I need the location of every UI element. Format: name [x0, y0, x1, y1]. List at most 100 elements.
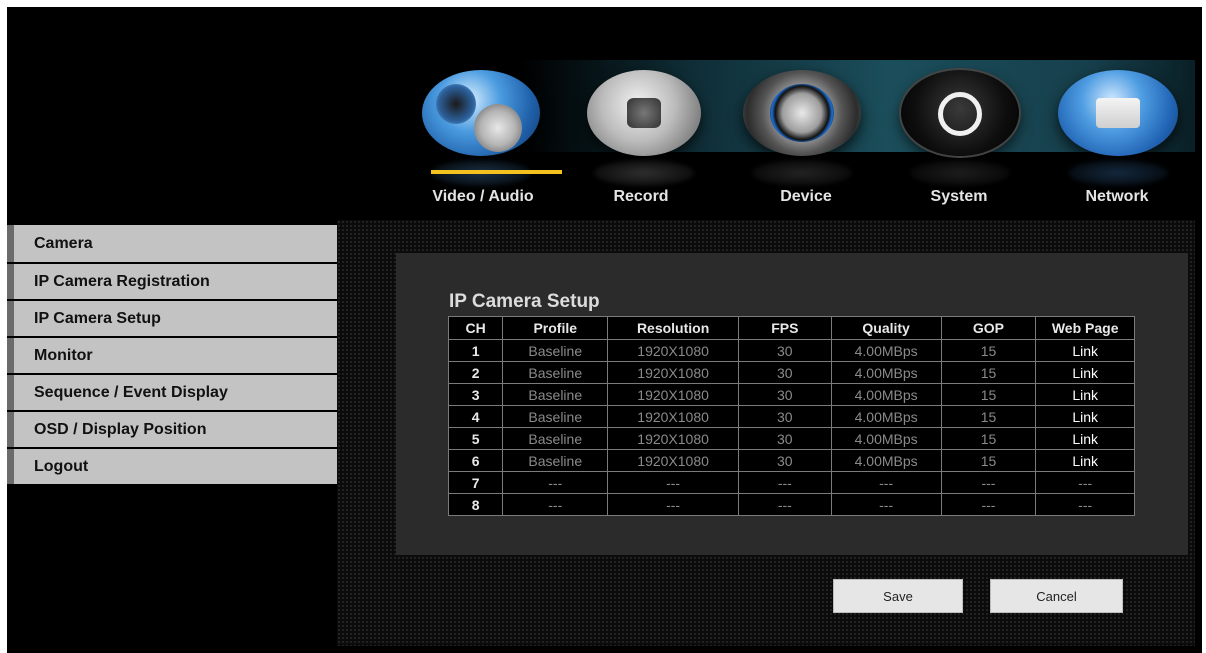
sidebar-item-sequence-event-display[interactable]: Sequence / Event Display: [7, 375, 337, 410]
video-audio-icon: [422, 70, 540, 156]
nav-label-system[interactable]: System: [889, 188, 1029, 206]
cell-resolution[interactable]: ---: [607, 471, 739, 494]
cell-quality[interactable]: 4.00MBps: [830, 339, 942, 362]
sidebar-item-ip-camera-registration[interactable]: IP Camera Registration: [7, 264, 337, 299]
cell-fps[interactable]: 30: [738, 361, 832, 384]
cell-quality[interactable]: 4.00MBps: [830, 383, 942, 406]
cancel-button[interactable]: Cancel: [990, 579, 1123, 613]
web-page-link[interactable]: Link: [1035, 339, 1135, 362]
cell-quality[interactable]: 4.00MBps: [830, 449, 942, 472]
cell-gop[interactable]: 15: [940, 383, 1037, 406]
cell-web-page: ---: [1035, 493, 1135, 516]
cell-profile[interactable]: ---: [502, 493, 609, 516]
nav-label-network[interactable]: Network: [1047, 188, 1187, 206]
nav-item-network[interactable]: [1053, 70, 1183, 186]
cell-resolution[interactable]: ---: [607, 493, 739, 516]
cell-fps[interactable]: 30: [738, 383, 832, 406]
sidebar-item-logout[interactable]: Logout: [7, 449, 337, 484]
table-row[interactable]: 6 Baseline 1920X1080 30 4.00MBps 15 Link: [447, 449, 1135, 472]
table-row[interactable]: 2 Baseline 1920X1080 30 4.00MBps 15 Link: [447, 361, 1135, 384]
cell-ch: 4: [447, 405, 504, 428]
cell-gop[interactable]: 15: [940, 427, 1037, 450]
cell-ch: 5: [447, 427, 504, 450]
cell-resolution[interactable]: 1920X1080: [607, 383, 739, 406]
sidebar-item-monitor[interactable]: Monitor: [7, 338, 337, 373]
cell-fps[interactable]: 30: [738, 405, 832, 428]
cell-quality[interactable]: 4.00MBps: [830, 361, 942, 384]
table-row[interactable]: 1 Baseline 1920X1080 30 4.00MBps 15 Link: [447, 339, 1135, 362]
column-header-profile: Profile: [502, 316, 609, 340]
nav-active-indicator: [431, 170, 562, 174]
cell-ch: 6: [447, 449, 504, 472]
table-row[interactable]: 4 Baseline 1920X1080 30 4.00MBps 15 Link: [447, 405, 1135, 428]
cell-profile[interactable]: Baseline: [502, 339, 609, 362]
cell-quality[interactable]: ---: [830, 493, 942, 516]
table-header-row: CH Profile Resolution FPS Quality GOP We…: [447, 316, 1135, 340]
cell-profile[interactable]: Baseline: [502, 449, 609, 472]
cell-gop[interactable]: ---: [940, 471, 1037, 494]
column-header-gop: GOP: [940, 316, 1037, 340]
cell-ch: 3: [447, 383, 504, 406]
cell-fps[interactable]: 30: [738, 339, 832, 362]
cell-resolution[interactable]: 1920X1080: [607, 339, 739, 362]
nav-label-device[interactable]: Device: [736, 188, 876, 206]
cell-ch: 2: [447, 361, 504, 384]
cell-resolution[interactable]: 1920X1080: [607, 361, 739, 384]
cell-gop[interactable]: 15: [940, 339, 1037, 362]
cell-profile[interactable]: Baseline: [502, 361, 609, 384]
nav-item-video-audio[interactable]: [416, 70, 546, 186]
save-button[interactable]: Save: [833, 579, 963, 613]
column-header-web-page: Web Page: [1035, 316, 1135, 340]
table-row[interactable]: 3 Baseline 1920X1080 30 4.00MBps 15 Link: [447, 383, 1135, 406]
sidebar: Camera IP Camera Registration IP Camera …: [7, 225, 337, 486]
web-page-link[interactable]: Link: [1035, 405, 1135, 428]
nav-item-record[interactable]: [579, 70, 709, 186]
cell-ch: 1: [447, 339, 504, 362]
cell-fps[interactable]: 30: [738, 427, 832, 450]
cell-resolution[interactable]: 1920X1080: [607, 405, 739, 428]
cell-profile[interactable]: Baseline: [502, 383, 609, 406]
nav-label-record[interactable]: Record: [571, 188, 711, 206]
network-icon: [1058, 70, 1178, 156]
column-header-resolution: Resolution: [607, 316, 739, 340]
system-icon: [901, 70, 1019, 156]
cell-gop[interactable]: 15: [940, 405, 1037, 428]
nav-item-system[interactable]: [895, 70, 1025, 186]
column-header-ch: CH: [447, 316, 504, 340]
cell-quality[interactable]: ---: [830, 471, 942, 494]
cell-fps[interactable]: 30: [738, 449, 832, 472]
web-page-link[interactable]: Link: [1035, 383, 1135, 406]
record-icon: [587, 70, 701, 156]
cell-resolution[interactable]: 1920X1080: [607, 449, 739, 472]
cell-web-page: ---: [1035, 471, 1135, 494]
web-page-link[interactable]: Link: [1035, 361, 1135, 384]
panel-title: IP Camera Setup: [449, 291, 600, 312]
ip-camera-table: CH Profile Resolution FPS Quality GOP We…: [447, 316, 1135, 516]
cell-profile[interactable]: Baseline: [502, 405, 609, 428]
cell-resolution[interactable]: 1920X1080: [607, 427, 739, 450]
cell-fps[interactable]: ---: [738, 471, 832, 494]
sidebar-item-ip-camera-setup[interactable]: IP Camera Setup: [7, 301, 337, 336]
table-row[interactable]: 7 --- --- --- --- --- ---: [447, 471, 1135, 494]
cell-gop[interactable]: ---: [940, 493, 1037, 516]
cell-ch: 7: [447, 471, 504, 494]
cell-profile[interactable]: Baseline: [502, 427, 609, 450]
cell-gop[interactable]: 15: [940, 361, 1037, 384]
web-page-link[interactable]: Link: [1035, 449, 1135, 472]
cell-quality[interactable]: 4.00MBps: [830, 427, 942, 450]
cell-profile[interactable]: ---: [502, 471, 609, 494]
nav-label-video-audio[interactable]: Video / Audio: [413, 188, 553, 206]
table-row[interactable]: 8 --- --- --- --- --- ---: [447, 493, 1135, 516]
column-header-fps: FPS: [738, 316, 832, 340]
sidebar-item-camera[interactable]: Camera: [7, 225, 337, 262]
nav-item-device[interactable]: [737, 70, 867, 186]
table-row[interactable]: 5 Baseline 1920X1080 30 4.00MBps 15 Link: [447, 427, 1135, 450]
cell-gop[interactable]: 15: [940, 449, 1037, 472]
sidebar-item-osd-display-position[interactable]: OSD / Display Position: [7, 412, 337, 447]
device-icon: [743, 70, 861, 156]
cell-quality[interactable]: 4.00MBps: [830, 405, 942, 428]
cell-ch: 8: [447, 493, 504, 516]
cell-fps[interactable]: ---: [738, 493, 832, 516]
column-header-quality: Quality: [830, 316, 942, 340]
web-page-link[interactable]: Link: [1035, 427, 1135, 450]
